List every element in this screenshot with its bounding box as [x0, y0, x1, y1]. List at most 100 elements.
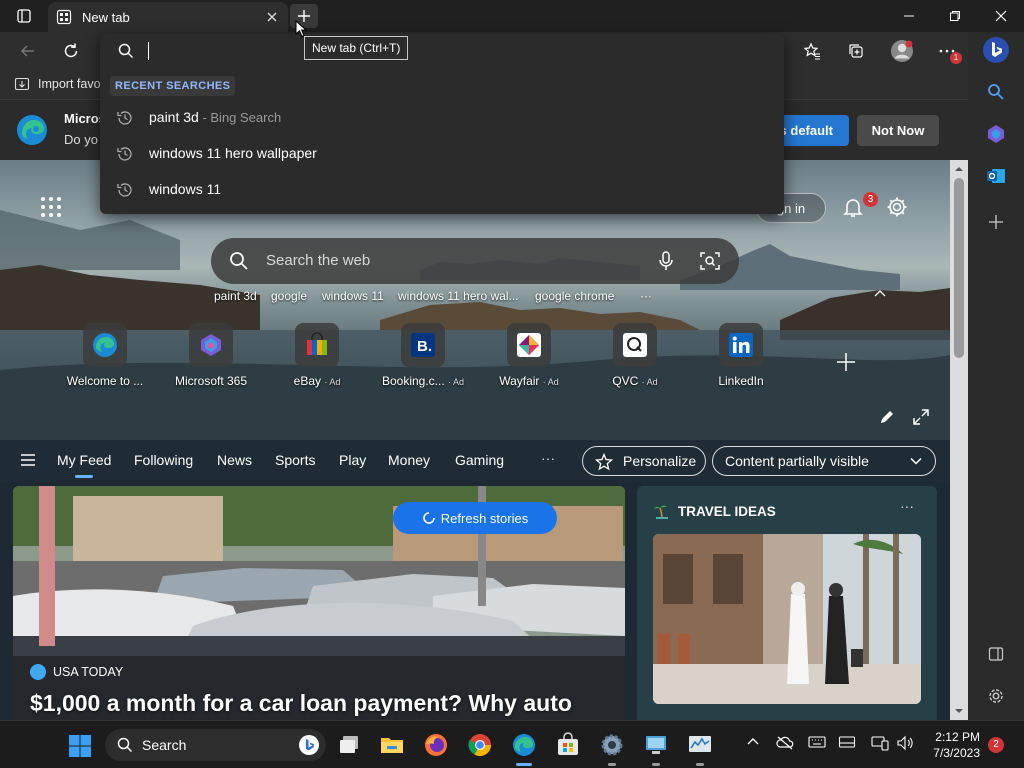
trending-item[interactable]: google chrome — [535, 289, 614, 303]
sidebar-add-button[interactable] — [982, 208, 1010, 236]
page-settings-gear-icon[interactable] — [886, 196, 908, 218]
address-bar-dropdown: RECENT SEARCHES paint 3d - Bing Search w… — [100, 34, 784, 214]
scroll-up-icon[interactable] — [950, 162, 968, 176]
sidebar-settings-button[interactable] — [982, 682, 1010, 710]
travel-ideas-card[interactable]: TRAVEL IDEAS ··· — [637, 486, 937, 720]
not-now-button[interactable]: Not Now — [857, 115, 939, 146]
task-view-app[interactable] — [333, 729, 365, 761]
keyboard-icon[interactable] — [808, 735, 826, 749]
taskbar-search-box[interactable]: Search — [105, 729, 326, 761]
tab-actions-button[interactable] — [6, 4, 42, 28]
quick-link-label: eBay — [293, 374, 321, 388]
close-window-button[interactable] — [978, 0, 1024, 32]
page-scrollbar[interactable] — [950, 160, 968, 720]
favorites-button[interactable] — [799, 38, 825, 64]
trending-item[interactable]: windows 11 — [322, 289, 384, 303]
feed-tab-my-feed[interactable]: My Feed — [57, 452, 111, 468]
edge-app[interactable] — [508, 729, 540, 761]
firefox-app[interactable] — [420, 729, 452, 761]
bing-chat-button[interactable] — [982, 36, 1010, 64]
settings-app[interactable] — [596, 729, 628, 761]
feed-tab-money[interactable]: Money — [388, 452, 430, 468]
feed-tab-news[interactable]: News — [217, 452, 252, 468]
refresh-stories-button[interactable]: Refresh stories — [393, 502, 557, 534]
hamburger-menu-icon[interactable] — [20, 453, 36, 467]
feed-tab-play[interactable]: Play — [339, 452, 366, 468]
address-bar-input[interactable] — [100, 34, 784, 68]
travel-photo — [653, 534, 921, 704]
notifications-bell-icon[interactable] — [842, 196, 864, 218]
recent-search-item[interactable]: windows 11 — [100, 171, 784, 207]
feed-tab-sports[interactable]: Sports — [275, 452, 315, 468]
search-icon — [117, 737, 133, 753]
scrollbar-thumb[interactable] — [954, 178, 964, 358]
quick-link-ebay[interactable]: eBay · Ad — [269, 323, 365, 393]
resource-monitor-app[interactable] — [684, 729, 716, 761]
scroll-down-icon[interactable] — [950, 704, 968, 718]
apps-grid-icon[interactable] — [40, 196, 62, 218]
travel-more-button[interactable]: ··· — [900, 498, 914, 514]
story-headline[interactable]: $1,000 a month for a car loan payment? W… — [30, 690, 572, 717]
tab-new-tab[interactable]: New tab — [48, 2, 288, 32]
import-favorites-label: Import favo — [38, 77, 101, 91]
quick-link-tile: B. — [401, 323, 445, 367]
quick-link-wayfair[interactable]: Wayfair · Ad — [481, 323, 577, 393]
network-icon[interactable] — [871, 735, 889, 751]
windows-start-icon[interactable] — [68, 734, 92, 758]
minimize-button[interactable] — [886, 0, 932, 32]
sidebar-m365-button[interactable] — [982, 120, 1010, 148]
quick-link-booking[interactable]: B. Booking.c... · Ad — [375, 323, 471, 393]
notification-center-badge[interactable]: 2 — [988, 737, 1004, 753]
expand-icon[interactable] — [912, 408, 930, 426]
trending-more-icon[interactable]: ··· — [640, 289, 652, 303]
feed-more-button[interactable]: ··· — [541, 450, 555, 466]
trending-item[interactable]: windows 11 hero wal... — [398, 289, 519, 303]
gear-icon — [989, 689, 1003, 703]
personalize-button[interactable]: Personalize — [582, 446, 706, 476]
trending-item[interactable]: paint 3d — [214, 289, 257, 303]
remote-desktop-app[interactable] — [640, 729, 672, 761]
quick-link-linkedin[interactable]: LinkedIn — [693, 323, 789, 393]
file-explorer-app[interactable] — [376, 729, 408, 761]
feed-tab-following[interactable]: Following — [134, 452, 193, 468]
close-tab-icon[interactable] — [264, 9, 280, 25]
show-hidden-icons-chevron-icon[interactable] — [746, 735, 760, 749]
edit-background-icon[interactable] — [878, 408, 896, 426]
volume-icon[interactable] — [896, 735, 914, 751]
sidebar-search-button[interactable] — [982, 78, 1010, 106]
chevron-down-icon — [910, 457, 922, 465]
restore-button[interactable] — [932, 0, 978, 32]
back-button[interactable] — [15, 38, 41, 64]
content-visibility-dropdown[interactable]: Content partially visible — [712, 446, 936, 476]
import-icon — [14, 77, 30, 91]
microphone-icon[interactable] — [655, 250, 677, 272]
hide-sidebar-button[interactable] — [982, 640, 1010, 668]
collections-button[interactable] — [843, 38, 869, 64]
recent-search-item[interactable]: windows 11 hero wallpaper — [100, 135, 784, 171]
trending-item[interactable]: google — [271, 289, 307, 303]
sidebar-outlook-button[interactable] — [982, 162, 1010, 190]
profile-button[interactable] — [889, 38, 915, 64]
import-favorites-link[interactable]: Import favo — [14, 76, 101, 92]
settings-menu-button[interactable]: 1 — [934, 38, 962, 64]
store-app[interactable] — [552, 729, 584, 761]
running-app-indicator — [608, 763, 616, 766]
quick-link-qvc[interactable]: QVC · Ad — [587, 323, 683, 393]
tablet-mode-icon[interactable] — [838, 735, 856, 749]
cloud-offline-icon[interactable] — [776, 735, 794, 751]
quick-link-welcome[interactable]: Welcome to ... — [57, 323, 153, 393]
web-search-box[interactable]: Search the web — [211, 238, 739, 284]
quick-link-label: Microsoft 365 — [174, 374, 248, 388]
quick-link-microsoft-365[interactable]: Microsoft 365 — [163, 323, 259, 393]
chevron-up-icon[interactable] — [872, 286, 888, 302]
minimize-icon — [904, 15, 914, 17]
visual-search-icon[interactable] — [699, 250, 721, 272]
refresh-button[interactable] — [58, 38, 84, 64]
folder-icon — [381, 738, 403, 753]
booking-icon: B. — [411, 333, 435, 357]
chrome-app[interactable] — [464, 729, 496, 761]
recent-search-item[interactable]: paint 3d - Bing Search — [100, 99, 784, 135]
feed-tab-gaming[interactable]: Gaming — [455, 452, 504, 468]
taskbar-clock[interactable]: 2:12 PM 7/3/2023 — [930, 729, 980, 761]
add-quick-link-icon[interactable] — [834, 350, 858, 374]
